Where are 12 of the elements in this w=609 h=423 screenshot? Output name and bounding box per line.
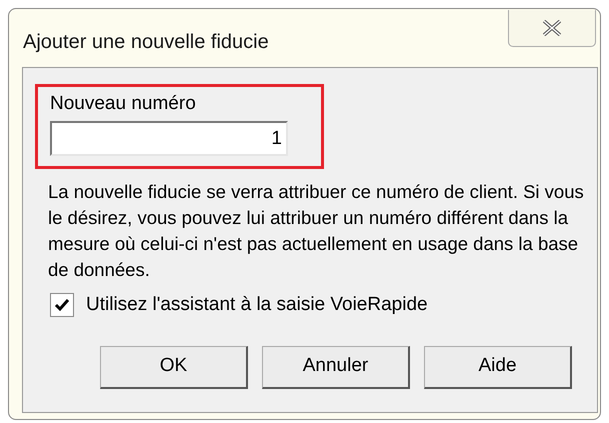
close-button[interactable] [508,10,596,47]
dialog-button[interactable]: Annuler [262,346,410,388]
checkbox-label[interactable]: Utilisez l'assistant à la saisie VoieRapide [86,291,428,320]
field-label: Nouveau numéro [50,93,197,115]
dialog-button[interactable]: Aide [424,346,572,388]
close-icon [542,20,562,36]
description-text: La nouvelle fiducie se verra attribuer ce numéro de client. Si vous le désirez, vous pouvez lui attribuer un numéro différent dans la mesure où celui-ci n'est pas actuellement en usage dans la base de données. [48,180,585,282]
checkmark-icon [54,298,70,312]
checkbox[interactable] [50,293,74,318]
number-field[interactable]: 1 [50,121,288,156]
window-title: Ajouter une nouvelle fiducie [23,30,269,55]
dialog-button[interactable]: OK [100,346,248,388]
